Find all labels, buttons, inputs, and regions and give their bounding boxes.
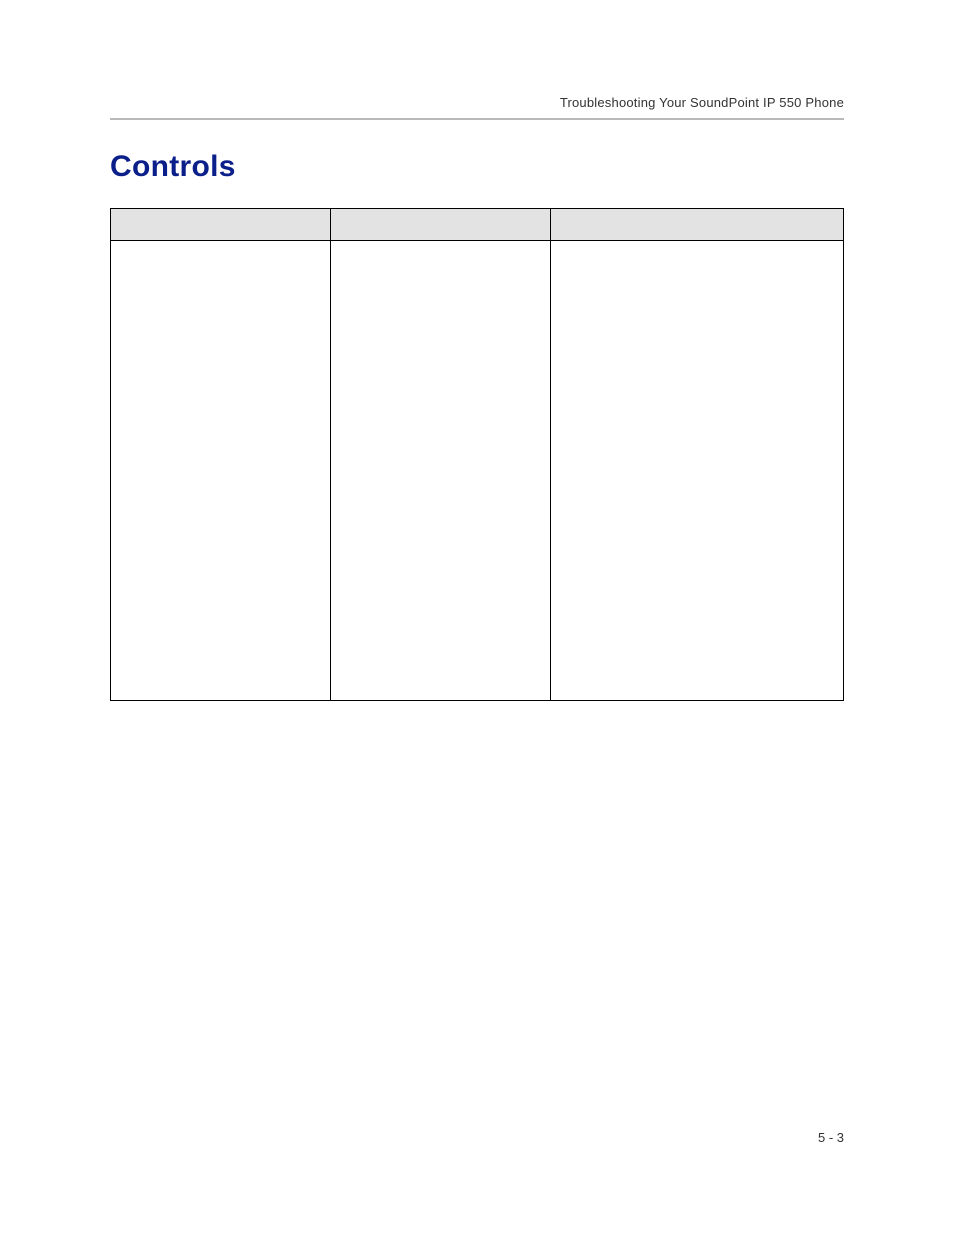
table-cell: [111, 241, 331, 701]
table-cell: [330, 241, 550, 701]
table-header-cell: [550, 209, 843, 241]
controls-table: [110, 208, 844, 701]
section-title: Controls: [110, 150, 844, 184]
table-header-cell: [330, 209, 550, 241]
table-header-cell: [111, 209, 331, 241]
page-number: 5 - 3: [818, 1130, 844, 1145]
running-head: Troubleshooting Your SoundPoint IP 550 P…: [110, 95, 844, 118]
page: Troubleshooting Your SoundPoint IP 550 P…: [0, 0, 954, 1235]
header-rule: [110, 118, 844, 120]
table-header-row: [111, 209, 844, 241]
table-cell: [550, 241, 843, 701]
table-row: [111, 241, 844, 701]
